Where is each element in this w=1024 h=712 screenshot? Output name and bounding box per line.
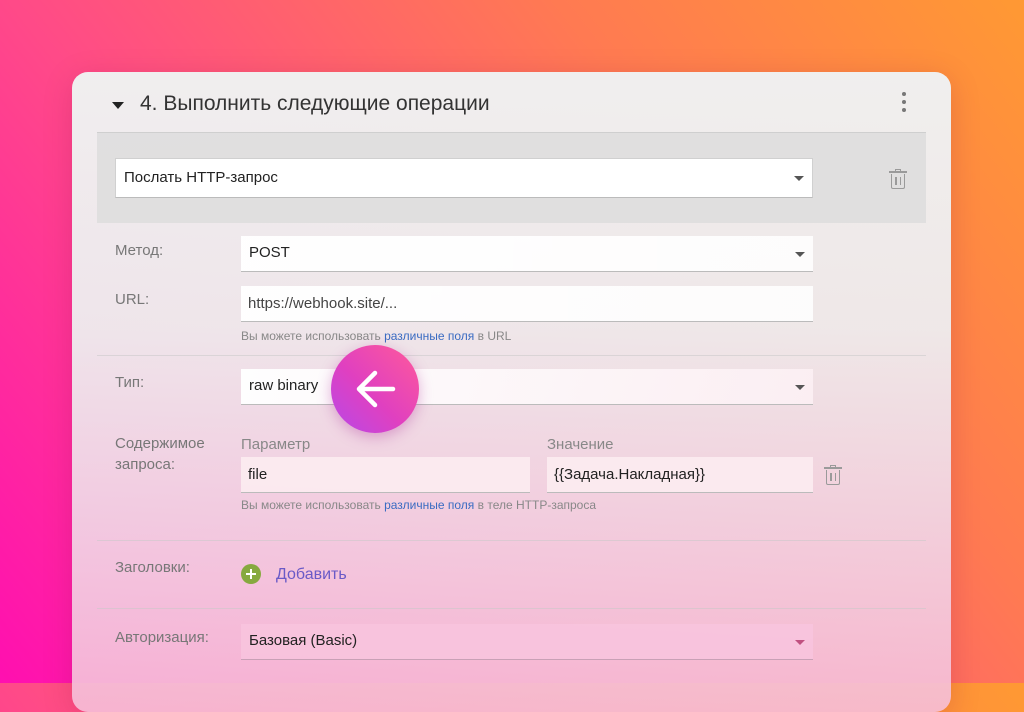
body-hint-text: Вы можете использовать [241, 498, 381, 512]
body-label: Содержимое запроса: [115, 435, 205, 473]
param-column-header: Параметр [241, 436, 311, 453]
chevron-down-icon [794, 176, 804, 181]
method-label: Метод: [115, 242, 164, 259]
auth-label: Авторизация: [115, 629, 209, 646]
param-input[interactable]: file [241, 457, 530, 493]
param-input-value: file [248, 466, 268, 483]
caret-down-icon[interactable] [112, 102, 124, 109]
value-column-header: Значение [547, 436, 614, 453]
url-hint: Вы можете использовать различные поля в … [241, 329, 511, 343]
step-title: 4. Выполнить следующие операции [140, 92, 490, 115]
headers-label: Заголовки: [115, 559, 190, 576]
body-fields-link[interactable]: различные поля [384, 498, 474, 512]
chevron-down-icon [795, 384, 805, 390]
auth-select[interactable]: Базовая (Basic) [241, 624, 813, 660]
divider [97, 355, 926, 356]
step-header: 4. Выполнить следующие операции [72, 72, 951, 132]
chevron-down-icon [795, 639, 805, 645]
chevron-down-icon [795, 251, 805, 257]
auth-select-value: Базовая (Basic) [249, 632, 358, 649]
url-label: URL: [115, 291, 150, 308]
divider [97, 608, 926, 609]
back-button[interactable] [331, 345, 419, 433]
url-input[interactable]: https://webhook.site/... [241, 286, 813, 322]
url-hint-suffix: в URL [477, 329, 512, 343]
url-fields-link[interactable]: различные поля [384, 329, 474, 343]
type-select[interactable]: raw binary [241, 369, 813, 405]
add-header-button[interactable]: Добавить [276, 566, 347, 584]
plus-circle-icon[interactable] [241, 564, 261, 584]
action-select[interactable]: Послать HTTP-запрос [115, 158, 813, 198]
type-select-value: raw binary [249, 377, 319, 394]
body-hint: Вы можете использовать различные поля в … [241, 498, 596, 512]
value-input[interactable]: {{Задача.Накладная}} [547, 457, 813, 493]
action-row: Послать HTTP-запрос [97, 132, 926, 223]
arrow-left-icon [356, 370, 396, 408]
trash-icon[interactable] [824, 465, 842, 485]
method-select[interactable]: POST [241, 236, 813, 272]
body-hint-suffix: в теле HTTP-запроса [477, 498, 597, 512]
trash-icon[interactable] [889, 169, 907, 189]
url-input-value: https://webhook.site/... [248, 295, 398, 312]
url-hint-text: Вы можете использовать [241, 329, 381, 343]
divider [97, 540, 926, 541]
type-label: Тип: [115, 374, 145, 391]
kebab-menu-icon[interactable] [894, 92, 914, 116]
value-input-value: {{Задача.Накладная}} [554, 466, 706, 483]
operations-card: 4. Выполнить следующие операции Послать … [72, 72, 951, 712]
action-select-value: Послать HTTP-запрос [124, 169, 278, 186]
method-select-value: POST [249, 244, 290, 261]
